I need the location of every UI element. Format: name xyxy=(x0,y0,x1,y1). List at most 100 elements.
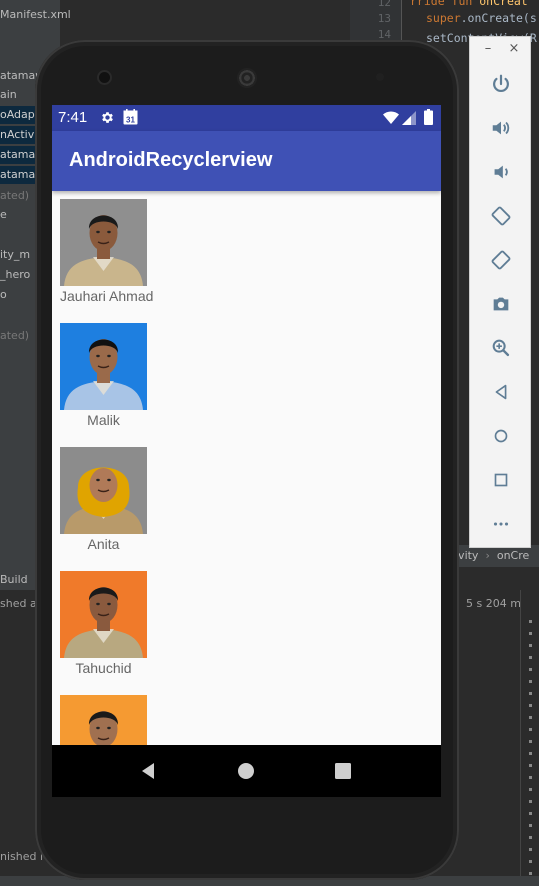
project-tree-item[interactable]: ated) xyxy=(0,327,29,345)
hero-name: Malik xyxy=(87,412,120,428)
device-screen[interactable]: 7:41 31 AndroidRecyclerview Jauhari Ahma… xyxy=(52,105,441,797)
breadcrumb[interactable]: ivity › onCre xyxy=(455,545,539,567)
code-line: rride fun onCreat xyxy=(410,0,528,8)
home-icon xyxy=(494,429,508,443)
cell-signal-icon xyxy=(402,111,416,125)
portrait-image xyxy=(60,199,147,286)
hero-name: Anita xyxy=(87,536,120,552)
nav-back-icon[interactable] xyxy=(136,759,160,783)
hero-photo xyxy=(60,447,147,534)
status-time: 7:41 xyxy=(58,109,88,126)
nav-overview-icon[interactable] xyxy=(331,759,355,783)
calendar-day: 31 xyxy=(126,116,135,125)
hero-photo xyxy=(60,323,147,410)
project-tree-item[interactable]: _hero xyxy=(0,266,30,284)
volume-up-icon xyxy=(492,121,510,135)
line-number: 13 xyxy=(377,12,391,25)
status-bar: 7:41 31 xyxy=(52,105,441,131)
gear-icon xyxy=(102,112,113,123)
volume-up-button[interactable] xyxy=(486,113,516,143)
project-tree-item[interactable]: e xyxy=(0,206,7,224)
volume-down-button[interactable] xyxy=(486,157,516,187)
back-icon xyxy=(495,384,507,400)
code-line: super.onCreate(s xyxy=(426,11,537,25)
build-tab[interactable]: Build xyxy=(0,570,40,590)
console-line-marker xyxy=(529,692,532,695)
console-line-marker xyxy=(529,824,532,827)
breadcrumb-item[interactable]: onCre xyxy=(497,549,529,562)
console-line-marker xyxy=(529,656,532,659)
nav-home-icon[interactable] xyxy=(234,759,258,783)
portrait-image xyxy=(60,571,147,658)
console-line-marker xyxy=(529,872,532,875)
console-line-marker xyxy=(529,716,532,719)
console-line-marker xyxy=(529,776,532,779)
overview-button[interactable] xyxy=(486,465,516,495)
portrait-image xyxy=(60,323,147,410)
console-line-marker xyxy=(529,644,532,647)
console-line-marker xyxy=(529,680,532,683)
emulator-toolbar: – × xyxy=(469,36,531,548)
project-tree-item[interactable]: Manifest.xml xyxy=(0,6,71,24)
breadcrumb-separator: › xyxy=(481,549,494,562)
project-tree-item[interactable]: ity_m xyxy=(0,246,30,264)
earpiece-speaker xyxy=(237,68,257,88)
portrait-image xyxy=(60,447,147,534)
front-camera xyxy=(99,72,110,83)
console-line-marker xyxy=(529,668,532,671)
power-button[interactable] xyxy=(486,69,516,99)
navigation-bar xyxy=(52,745,441,797)
code-function: onCreat xyxy=(479,0,528,8)
more-button[interactable] xyxy=(486,509,516,539)
close-button[interactable]: × xyxy=(506,41,522,56)
home-button[interactable] xyxy=(486,421,516,451)
zoom-button[interactable] xyxy=(486,333,516,363)
console-line-marker xyxy=(529,860,532,863)
console-line-marker xyxy=(529,788,532,791)
project-tree-item[interactable]: ated) xyxy=(0,187,29,205)
rotate-right-icon xyxy=(491,250,511,270)
more-icon xyxy=(493,522,509,526)
status-message: nished i xyxy=(0,850,44,863)
build-message: shed a xyxy=(0,597,37,610)
rotate-left-button[interactable] xyxy=(486,201,516,231)
console-line-marker xyxy=(529,728,532,731)
console-line-marker xyxy=(529,740,532,743)
zoom-icon xyxy=(492,339,510,357)
camera-icon xyxy=(493,297,509,311)
console-line-marker xyxy=(529,800,532,803)
calendar-icon: 31 xyxy=(123,109,138,125)
console-line-marker xyxy=(529,704,532,707)
code-text: .onCreate(s xyxy=(460,11,537,25)
rotate-left-icon xyxy=(491,206,511,226)
console-panel xyxy=(520,590,539,880)
hero-name: Jauhari Ahmad xyxy=(60,288,154,304)
overview-icon xyxy=(494,473,508,487)
project-tree-item[interactable]: ain xyxy=(0,86,17,104)
project-tree-item[interactable]: o xyxy=(0,286,7,304)
build-tab-label[interactable]: Build xyxy=(0,573,28,586)
hero-photo xyxy=(60,571,147,658)
hero-photo xyxy=(60,695,147,745)
code-keyword: super xyxy=(426,11,461,25)
hero-list[interactable]: Jauhari Ahmad Malik Anita Tahuchid xyxy=(52,191,441,745)
line-number: 12 xyxy=(377,0,391,9)
console-line-marker xyxy=(529,752,532,755)
console-line-marker xyxy=(529,632,532,635)
console-line-marker xyxy=(529,836,532,839)
volume-down-icon xyxy=(494,165,508,179)
code-keyword: rride fun xyxy=(410,0,480,8)
app-bar: AndroidRecyclerview xyxy=(52,131,441,191)
back-button[interactable] xyxy=(486,377,516,407)
wifi-icon xyxy=(383,111,399,124)
build-time: 5 s 204 ms xyxy=(466,597,527,610)
hero-photo xyxy=(60,199,147,286)
console-line-marker xyxy=(529,848,532,851)
screenshot-button[interactable] xyxy=(486,289,516,319)
rotate-right-button[interactable] xyxy=(486,245,516,275)
power-icon xyxy=(493,74,509,93)
minimize-button[interactable]: – xyxy=(480,41,496,56)
portrait-image xyxy=(60,695,147,745)
battery-icon xyxy=(424,109,433,125)
hero-name: Tahuchid xyxy=(75,660,132,676)
